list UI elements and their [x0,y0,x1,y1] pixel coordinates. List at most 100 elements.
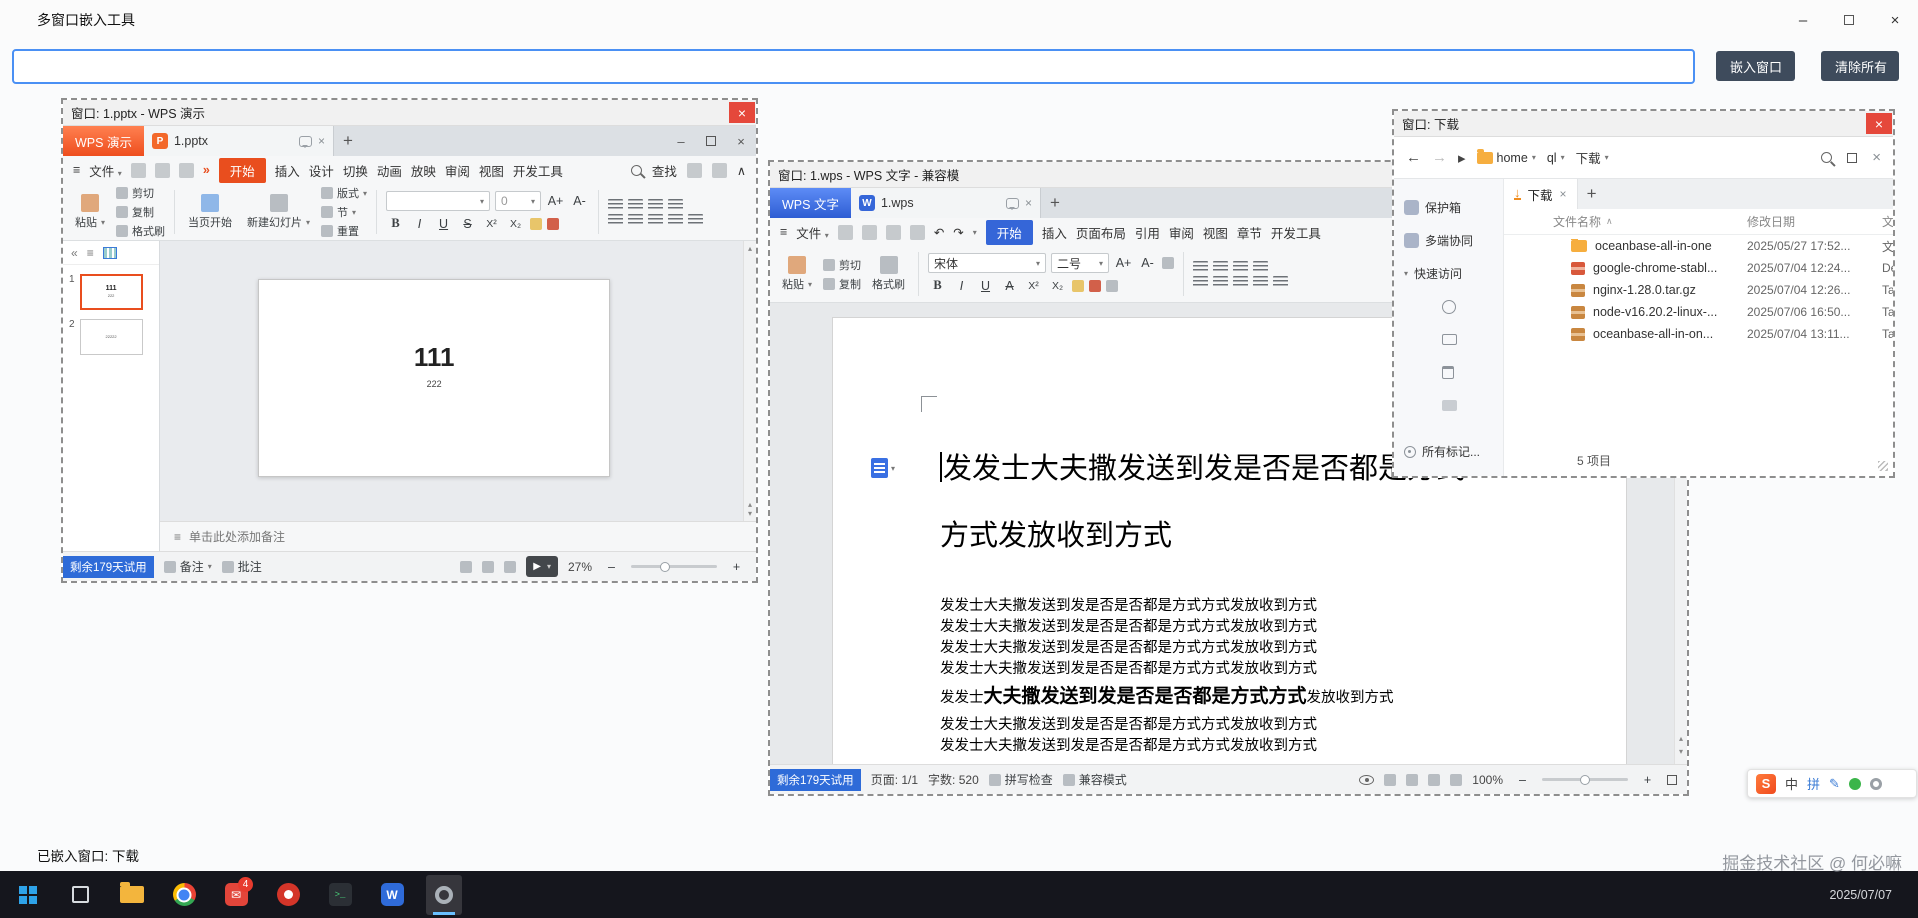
indent-icon[interactable] [1253,261,1268,273]
zoom-in-icon[interactable]: + [1638,770,1657,789]
comment-bubble-icon[interactable] [299,136,312,147]
fm-maximize-icon[interactable] [1847,153,1857,163]
file-row[interactable]: oceanbase-all-in-on... 2025/07/04 13:11.… [1504,323,1893,345]
bold-button[interactable]: B [386,214,405,233]
wps-writer-home-tab[interactable]: WPS 文字 [770,188,851,218]
ime-logo-icon[interactable]: S [1756,774,1776,794]
sidebar-item-trash[interactable] [1404,356,1503,389]
preview-icon[interactable] [179,163,194,178]
export-icon[interactable] [862,225,877,240]
window-title-input[interactable] [12,49,1695,84]
resize-grip[interactable] [1878,461,1888,471]
cut-button[interactable]: 剪切 [823,257,861,273]
format-painter-button[interactable]: 格式刷 [116,223,165,239]
ppt-minimize-icon[interactable]: – [666,134,696,149]
style-tool-widget[interactable]: ▾ [871,458,895,478]
section-button[interactable]: 节▾ [321,204,367,220]
line-spacing-icon[interactable] [1273,276,1288,288]
task-view-icon[interactable] [62,875,98,915]
browser-icon[interactable] [166,875,202,915]
fm-embed-titlebar[interactable]: 窗口: 下载 × [1394,111,1893,137]
preview-icon[interactable] [910,225,925,240]
zoom-out-icon[interactable]: – [602,557,621,576]
layout-button[interactable]: 版式▾ [321,185,367,201]
bold-button[interactable]: B [928,276,947,295]
sidebar-item-all-tags[interactable]: 所有标记... [1404,435,1503,468]
close-icon[interactable]: × [1872,0,1918,40]
clear-format-icon[interactable] [1162,257,1174,269]
word-count[interactable]: 字数: 520 [928,771,979,788]
superscript-button[interactable]: X² [482,214,501,233]
ppt-close-icon[interactable]: × [726,134,756,149]
slide[interactable]: 111 222 [258,279,610,477]
ime-lang-chinese[interactable]: 中 [1785,774,1798,793]
copy-button[interactable]: 复制 [823,276,861,292]
writer-new-tab-button[interactable]: + [1041,188,1069,218]
slide-thumbnail-1[interactable]: 1 111 222 [63,265,159,310]
hamburger-menu-icon[interactable]: ≡ [780,225,787,239]
outdent-icon[interactable] [1233,261,1248,273]
align-left-icon[interactable] [608,214,623,226]
search-icon[interactable] [1821,152,1832,163]
sorter-view-icon[interactable] [482,561,494,573]
numbering-icon[interactable] [628,199,643,211]
collapse-ribbon-icon[interactable]: ∧ [737,163,746,178]
clear-all-button[interactable]: 清除所有 [1821,51,1899,81]
numbering-icon[interactable] [1213,261,1228,273]
font-color-icon[interactable] [547,218,559,230]
writer-menu-section[interactable]: 章节 [1237,223,1262,242]
writer-document-tab[interactable]: W 1.wps × [851,188,1041,218]
decrease-font-icon[interactable]: A- [570,192,589,211]
writer-file-menu[interactable]: 文件 ▾ [796,223,829,242]
fullscreen-icon[interactable] [1667,775,1677,785]
font-size-combo[interactable]: 0▾ [495,191,541,211]
reset-button[interactable]: 重置 [321,223,367,239]
music-app-icon[interactable] [270,875,306,915]
cut-button[interactable]: 剪切 [116,185,165,201]
copy-button[interactable]: 复制 [116,204,165,220]
italic-button[interactable]: I [952,276,971,295]
paste-button[interactable]: 粘贴▾ [778,256,816,292]
sidebar-item-multi-sync[interactable]: 多端协同 [1404,224,1503,257]
zoom-out-icon[interactable]: – [1513,770,1532,789]
slide-view-icon[interactable] [103,247,117,259]
web-view-icon[interactable] [1450,774,1462,786]
outline-view-icon[interactable] [1406,774,1418,786]
breadcrumb-expand-icon[interactable]: ▸ [1458,149,1466,167]
justify-icon[interactable] [668,214,683,226]
column-file-type[interactable]: 文... [1882,213,1893,230]
settings-icon[interactable] [712,163,727,178]
outdent-icon[interactable] [648,199,663,211]
fm-tab-close-icon[interactable]: × [1560,187,1567,201]
search-icon[interactable] [631,165,642,176]
writer-tab-close-icon[interactable]: × [1025,196,1032,210]
undo-icon[interactable]: ↶ [934,225,944,240]
ppt-menu-devtools[interactable]: 开发工具 [513,161,563,180]
settings-app-icon[interactable] [426,875,462,915]
ppt-maximize-icon[interactable] [696,136,726,146]
strikethrough-button[interactable]: A [1000,276,1019,295]
read-mode-icon[interactable] [1428,774,1440,786]
slide-canvas[interactable]: 111 222 ▴ ▴▾ [160,241,756,521]
spellcheck-button[interactable]: 拼写检查 [989,771,1053,788]
fm-tab-downloads[interactable]: ↓ 下载 × [1504,179,1578,209]
breadcrumb-home[interactable]: home▾ [1477,151,1536,165]
comment-bubble-icon[interactable] [1006,198,1019,209]
ppt-embed-close-icon[interactable]: × [729,102,755,123]
font-name-combo[interactable]: ▾ [386,191,490,211]
ppt-zoom-slider[interactable] [631,565,717,568]
strikethrough-button[interactable]: S [458,214,477,233]
reading-view-icon[interactable] [504,561,516,573]
back-icon[interactable]: ← [1406,149,1421,166]
trial-badge[interactable]: 剩余179天试用 [63,556,154,578]
ppt-menu-home[interactable]: 开始 [219,158,266,183]
ppt-menu-view[interactable]: 视图 [479,161,504,180]
writer-menu-devtools[interactable]: 开发工具 [1271,223,1321,242]
more-tools-icon[interactable]: » [203,163,210,177]
highlight-color-icon[interactable] [1072,280,1084,292]
ppt-menu-slideshow[interactable]: 放映 [411,161,436,180]
align-center-icon[interactable] [1213,276,1228,288]
hamburger-menu-icon[interactable]: ≡ [73,163,80,177]
ppt-menu-animation[interactable]: 动画 [377,161,402,180]
line-spacing-icon[interactable] [688,214,703,226]
